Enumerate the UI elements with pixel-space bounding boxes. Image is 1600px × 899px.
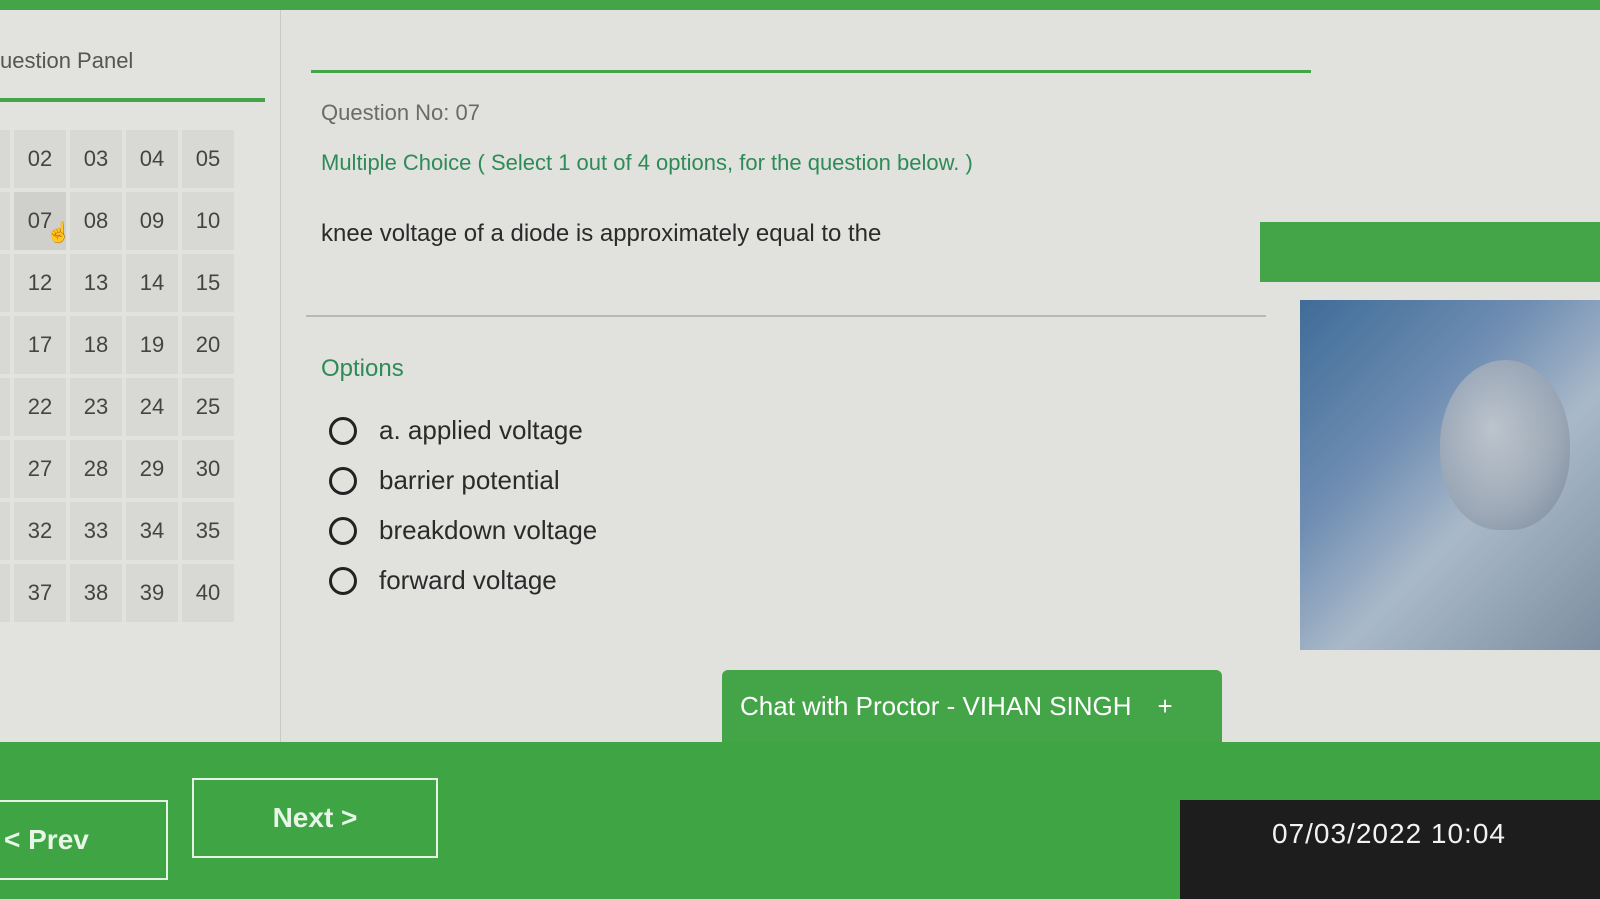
question-cell-16-clipped[interactable] bbox=[0, 316, 10, 374]
option-c[interactable]: breakdown voltage bbox=[329, 515, 597, 546]
question-cell-36-clipped[interactable] bbox=[0, 564, 10, 622]
question-cell[interactable]: 39 bbox=[126, 564, 178, 622]
question-cell[interactable]: 20 bbox=[182, 316, 234, 374]
question-cell[interactable]: 17 bbox=[14, 316, 66, 374]
option-a[interactable]: a. applied voltage bbox=[329, 415, 583, 446]
question-cell-11-clipped[interactable] bbox=[0, 254, 10, 312]
question-cell-current[interactable]: 07 ☝ bbox=[14, 192, 71, 250]
question-cell[interactable]: 13 bbox=[70, 254, 122, 312]
question-cell[interactable]: 37 bbox=[14, 564, 66, 622]
question-cell[interactable]: 40 bbox=[182, 564, 234, 622]
radio-empty-icon[interactable] bbox=[329, 516, 357, 545]
proctor-video-person bbox=[1440, 360, 1570, 530]
question-grid: 02 03 04 05 07 ☝ 08 09 10 12 13 14 15 17… bbox=[0, 130, 234, 622]
radio-empty-icon[interactable] bbox=[329, 466, 357, 495]
question-cell[interactable]: 33 bbox=[70, 502, 122, 560]
question-cell[interactable]: 23 bbox=[70, 378, 122, 436]
chat-with-proctor-tab[interactable]: Chat with Proctor - VIHAN SINGH + bbox=[722, 670, 1222, 742]
question-cell[interactable]: 02 bbox=[14, 130, 66, 188]
question-cell[interactable]: 09 bbox=[126, 192, 178, 250]
chat-label: Chat with Proctor - VIHAN SINGH bbox=[740, 690, 1132, 721]
option-b[interactable]: barrier potential bbox=[329, 465, 560, 496]
next-button-label: Next > bbox=[272, 802, 358, 833]
photo-timestamp: 07/03/2022 10:04 bbox=[1272, 818, 1506, 849]
next-button[interactable]: Next > bbox=[192, 778, 438, 858]
prev-button[interactable]: < Prev bbox=[0, 800, 168, 880]
question-cell[interactable]: 29 bbox=[126, 440, 178, 498]
question-cell[interactable]: 14 bbox=[126, 254, 178, 312]
radio-empty-icon[interactable] bbox=[329, 566, 357, 595]
question-panel: uestion Panel 02 03 04 05 07 ☝ 08 09 10 … bbox=[0, 10, 281, 800]
question-cell-01-clipped[interactable] bbox=[0, 130, 10, 188]
question-cell[interactable]: 27 bbox=[14, 440, 66, 498]
pointer-hand-icon: ☝ bbox=[46, 222, 71, 244]
question-cell[interactable]: 08 bbox=[70, 192, 122, 250]
top-accent-bar bbox=[0, 0, 1600, 10]
question-cell[interactable]: 15 bbox=[182, 254, 234, 312]
question-cell[interactable]: 03 bbox=[70, 130, 122, 188]
plus-icon[interactable]: + bbox=[1158, 691, 1173, 722]
question-number: Question No: 07 bbox=[321, 100, 480, 125]
question-cell[interactable]: 10 bbox=[182, 192, 234, 250]
proctor-video-header bbox=[1260, 222, 1600, 282]
question-cell[interactable]: 12 bbox=[14, 254, 66, 312]
question-cell-06-clipped[interactable] bbox=[0, 192, 10, 250]
option-label: a. applied voltage bbox=[379, 415, 583, 445]
question-cell[interactable]: 32 bbox=[14, 502, 66, 560]
question-cell[interactable]: 28 bbox=[70, 440, 122, 498]
question-cell[interactable]: 04 bbox=[126, 130, 178, 188]
option-label: breakdown voltage bbox=[379, 515, 598, 545]
option-label: barrier potential bbox=[379, 465, 560, 495]
question-cell[interactable]: 05 bbox=[182, 130, 234, 188]
radio-empty-icon[interactable] bbox=[329, 416, 357, 445]
question-type: Multiple Choice ( Select 1 out of 4 opti… bbox=[321, 150, 973, 175]
question-panel-title: uestion Panel bbox=[0, 48, 134, 73]
option-d[interactable]: forward voltage bbox=[329, 565, 557, 596]
question-cell[interactable]: 18 bbox=[70, 316, 122, 374]
header-divider bbox=[311, 70, 1311, 73]
question-cell[interactable]: 38 bbox=[70, 564, 122, 622]
question-cell[interactable]: 25 bbox=[182, 378, 234, 436]
question-cell[interactable]: 34 bbox=[126, 502, 178, 560]
option-label: forward voltage bbox=[379, 565, 557, 595]
question-cell-26-clipped[interactable] bbox=[0, 440, 10, 498]
question-cell[interactable]: 19 bbox=[126, 316, 178, 374]
question-cell-21-clipped[interactable] bbox=[0, 378, 10, 436]
question-text: knee voltage of a diode is approximately… bbox=[321, 220, 882, 247]
question-cell[interactable]: 22 bbox=[14, 378, 66, 436]
question-cell[interactable]: 30 bbox=[182, 440, 234, 498]
question-cell[interactable]: 35 bbox=[182, 502, 234, 560]
prev-button-label: < Prev bbox=[4, 824, 89, 855]
options-heading: Options bbox=[321, 355, 404, 382]
panel-divider bbox=[0, 98, 265, 102]
question-divider bbox=[306, 315, 1266, 317]
question-cell[interactable]: 24 bbox=[126, 378, 178, 436]
question-cell-31-clipped[interactable] bbox=[0, 502, 10, 560]
